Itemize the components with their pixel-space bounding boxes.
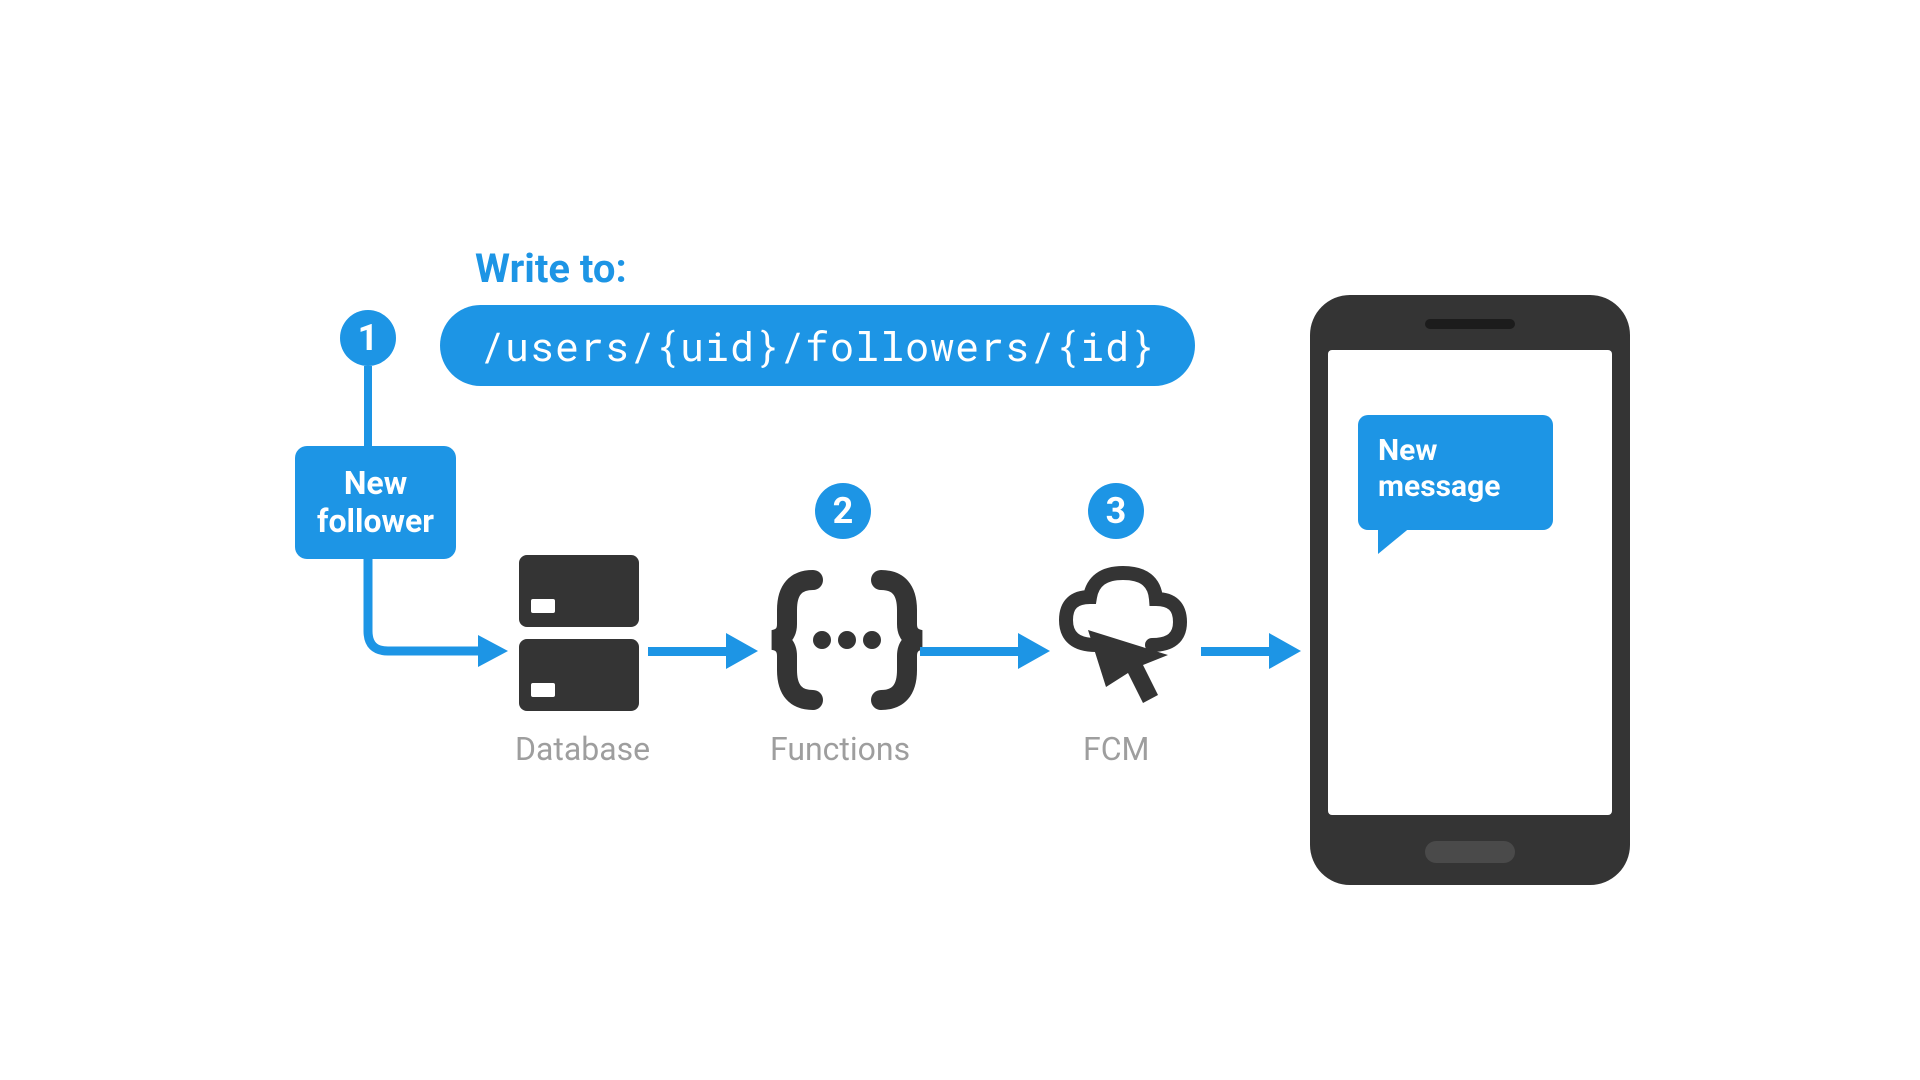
phone-speaker bbox=[1425, 319, 1515, 329]
phone-body: New message bbox=[1310, 295, 1630, 885]
phone-device: New message bbox=[1310, 295, 1630, 885]
write-to-label: Write to: bbox=[475, 245, 627, 292]
step-2-badge: 2 bbox=[815, 483, 871, 539]
functions-label: Functions bbox=[770, 730, 910, 768]
arrow-fcm-to-phone bbox=[1201, 627, 1301, 675]
connector-elbow-arrow bbox=[360, 553, 510, 673]
fcm-cloud-send-icon bbox=[1058, 565, 1188, 715]
arrow-db-to-functions bbox=[648, 627, 758, 675]
functions-icon bbox=[767, 560, 927, 720]
database-icon bbox=[519, 555, 639, 715]
notification-text: New message bbox=[1358, 415, 1553, 530]
speech-bubble-tail bbox=[1378, 526, 1412, 554]
step-1-badge: 1 bbox=[340, 310, 396, 366]
fcm-label: FCM bbox=[1083, 730, 1149, 768]
database-path-pill: /users/{uid}/followers/{id} bbox=[440, 305, 1195, 386]
phone-screen: New message bbox=[1328, 350, 1612, 815]
new-follower-box: New follower bbox=[295, 446, 456, 559]
connector-line-vertical bbox=[364, 366, 372, 446]
diagram-canvas: Write to: /users/{uid}/followers/{id} 1 … bbox=[240, 135, 1680, 945]
database-label: Database bbox=[515, 730, 650, 768]
arrow-functions-to-fcm bbox=[920, 627, 1050, 675]
phone-home-button bbox=[1425, 841, 1515, 863]
notification-bubble: New message bbox=[1358, 415, 1553, 550]
step-3-badge: 3 bbox=[1088, 483, 1144, 539]
